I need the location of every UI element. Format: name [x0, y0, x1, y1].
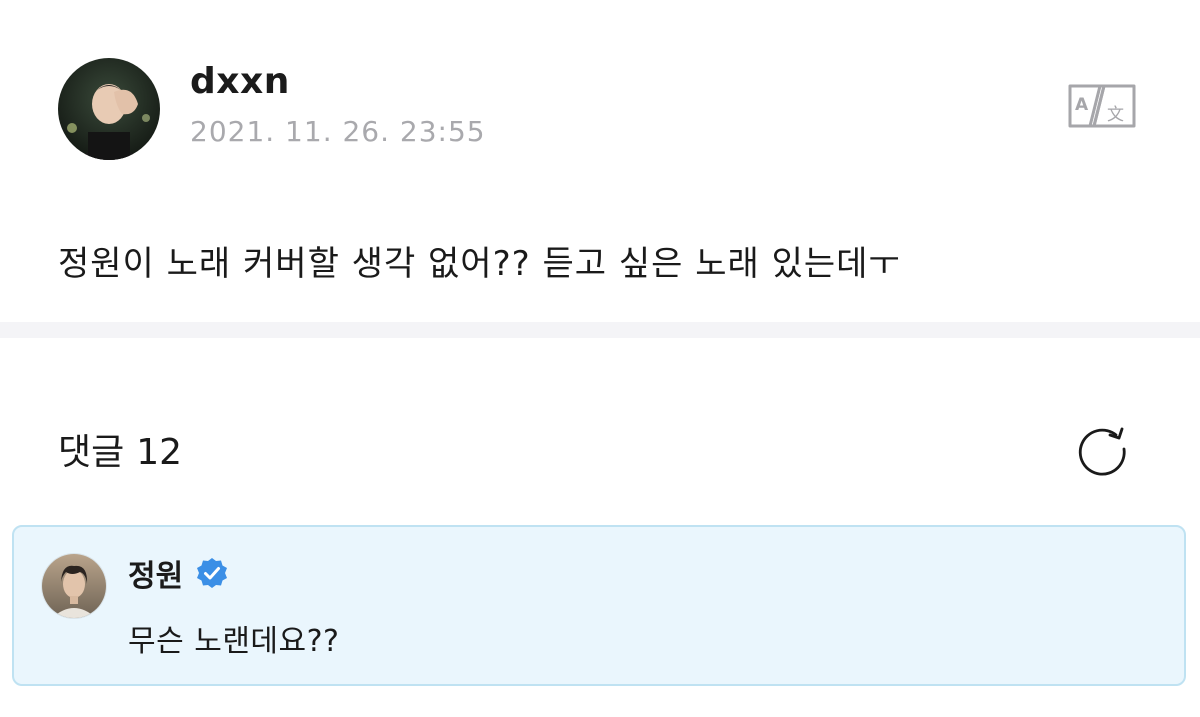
post-timestamp: 2021. 11. 26. 23:55 [190, 115, 486, 148]
author-avatar-image [58, 58, 160, 160]
comments-count: 12 [136, 432, 183, 473]
post: dxxn 2021. 11. 26. 23:55 A 文 정원이 노래 커버할 … [0, 0, 1200, 322]
refresh-icon [1078, 427, 1126, 476]
comment-author-avatar[interactable] [42, 554, 106, 618]
refresh-button[interactable] [1072, 425, 1132, 481]
comment-author-name[interactable]: 정원 [128, 551, 183, 595]
translate-icon: A 文 [1068, 84, 1136, 128]
svg-text:A: A [1075, 95, 1089, 115]
comment-avatar-image [42, 554, 106, 618]
post-body: 정원이 노래 커버할 생각 없어?? 듣고 싶은 노래 있는데ㅜ [58, 244, 901, 284]
section-divider [0, 322, 1200, 338]
translate-button[interactable]: A 文 [1064, 80, 1140, 132]
verified-badge-icon [195, 556, 229, 590]
comment-item[interactable]: 정원 무슨 노랜데요?? [12, 525, 1186, 686]
author-avatar[interactable] [58, 58, 160, 160]
svg-text:文: 文 [1107, 105, 1124, 125]
comment-author-row: 정원 [128, 551, 229, 595]
comment-text: 무슨 노랜데요?? [128, 624, 340, 659]
comments-header: 댓글 12 [58, 428, 182, 478]
comments-title: 댓글 [58, 432, 125, 473]
author-name[interactable]: dxxn [190, 58, 290, 106]
